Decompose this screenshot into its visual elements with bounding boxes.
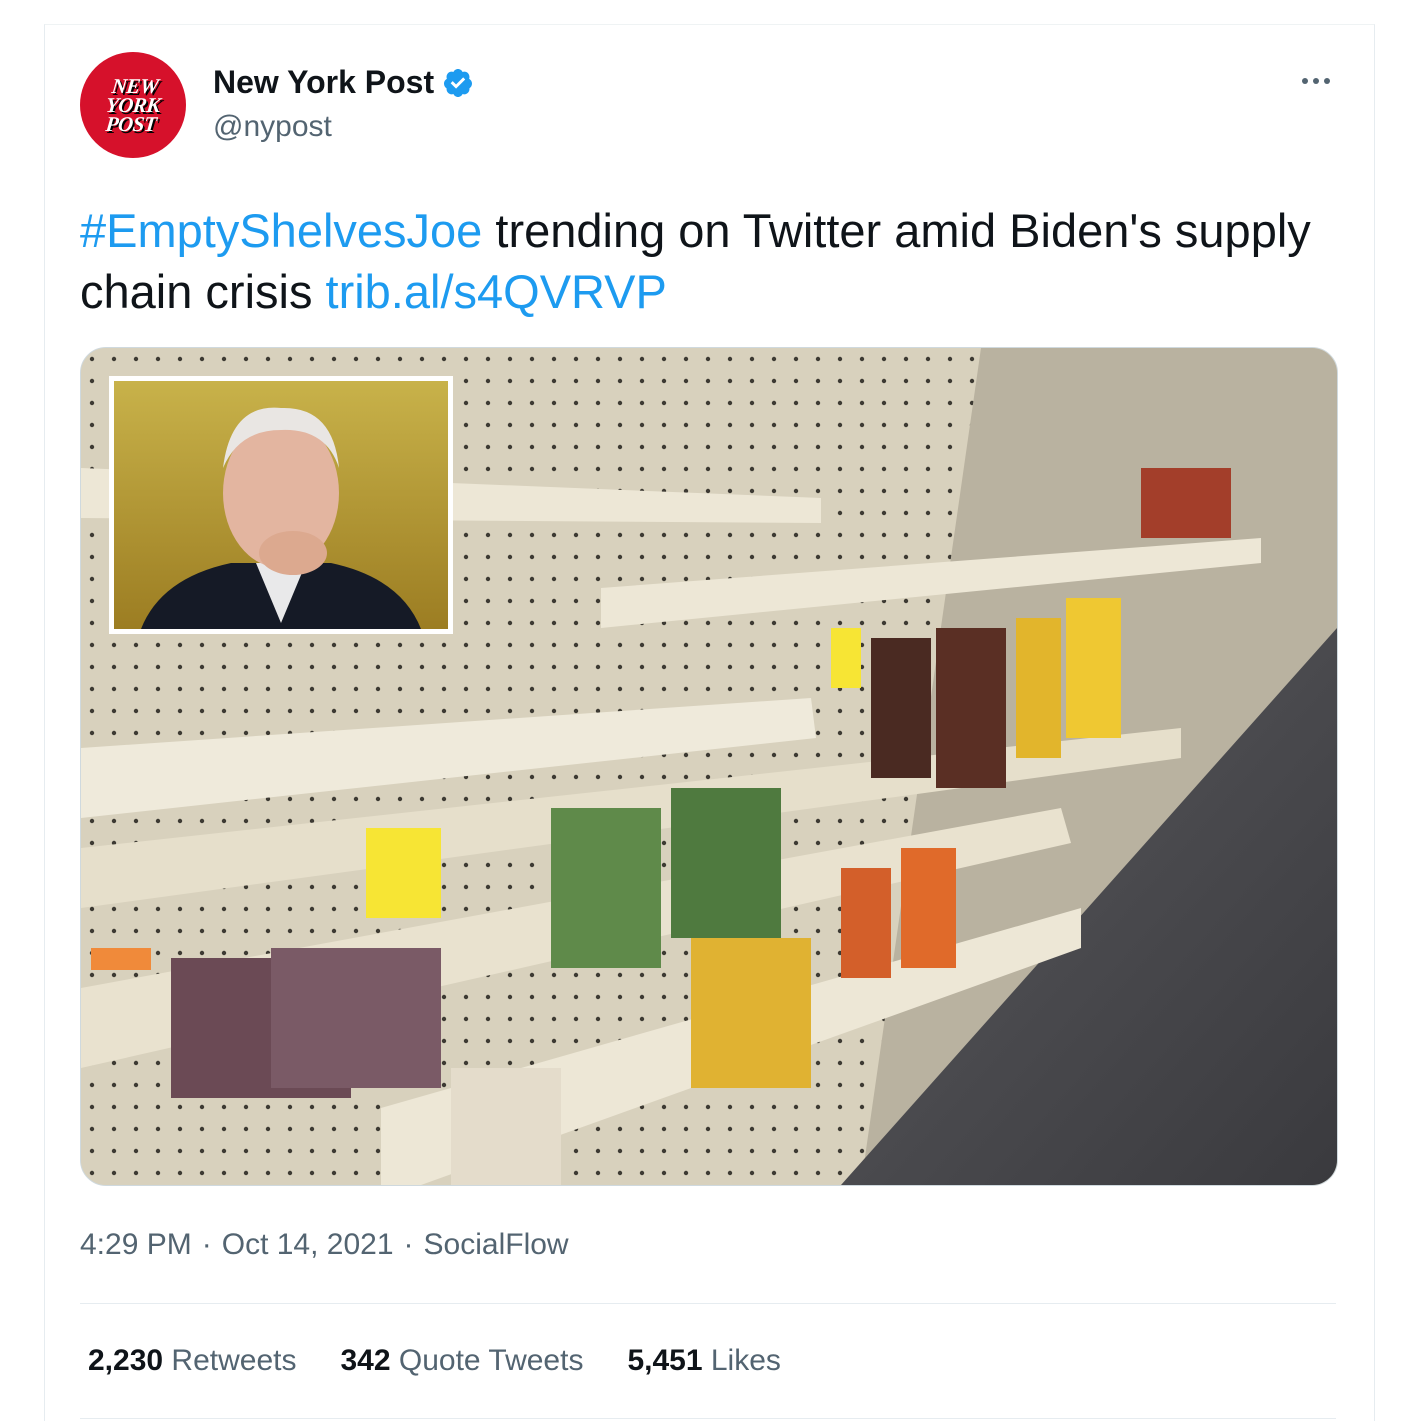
more-options-icon[interactable] [1296,66,1336,96]
likes-stat[interactable]: 5,451 Likes [627,1344,780,1378]
retweets-stat[interactable]: 2,230 Retweets [88,1344,296,1378]
quote-tweets-count: 342 [340,1344,391,1377]
meta-separator: · [403,1228,414,1261]
display-name[interactable]: New York Post [213,64,434,101]
quote-tweets-label: Quote Tweets [398,1344,584,1377]
tweet-time[interactable]: 4:29 PM [80,1228,192,1262]
store-shelves-photo [81,348,1337,1185]
likes-count: 5,451 [627,1344,703,1377]
avatar-logo: NEW YORK POST [104,73,162,136]
avatar[interactable]: NEW YORK POST [80,52,186,158]
account-name-row[interactable]: New York Post [213,64,474,101]
likes-label: Likes [710,1344,781,1377]
tweet-stats: 2,230 Retweets 342 Quote Tweets 5,451 Li… [88,1344,781,1378]
tweet-photo[interactable] [80,347,1338,1186]
tweet-source[interactable]: SocialFlow [424,1228,569,1262]
hashtag-link[interactable]: #EmptyShelvesJoe [80,204,482,257]
verified-badge-icon [444,68,473,97]
tweet-meta: 4:29 PM · Oct 14, 2021 · SocialFlow [80,1228,569,1262]
tweet-date[interactable]: Oct 14, 2021 [222,1228,394,1262]
divider [80,1303,1336,1304]
article-link[interactable]: trib.al/s4QVRVP [326,265,667,318]
account-handle[interactable]: @nypost [213,110,332,144]
retweets-count: 2,230 [88,1344,164,1377]
tweet-text: #EmptyShelvesJoe trending on Twitter ami… [80,200,1330,322]
quote-tweets-stat[interactable]: 342 Quote Tweets [340,1344,583,1378]
divider [80,1418,1336,1419]
retweets-label: Retweets [171,1344,297,1377]
meta-separator: · [201,1228,212,1261]
